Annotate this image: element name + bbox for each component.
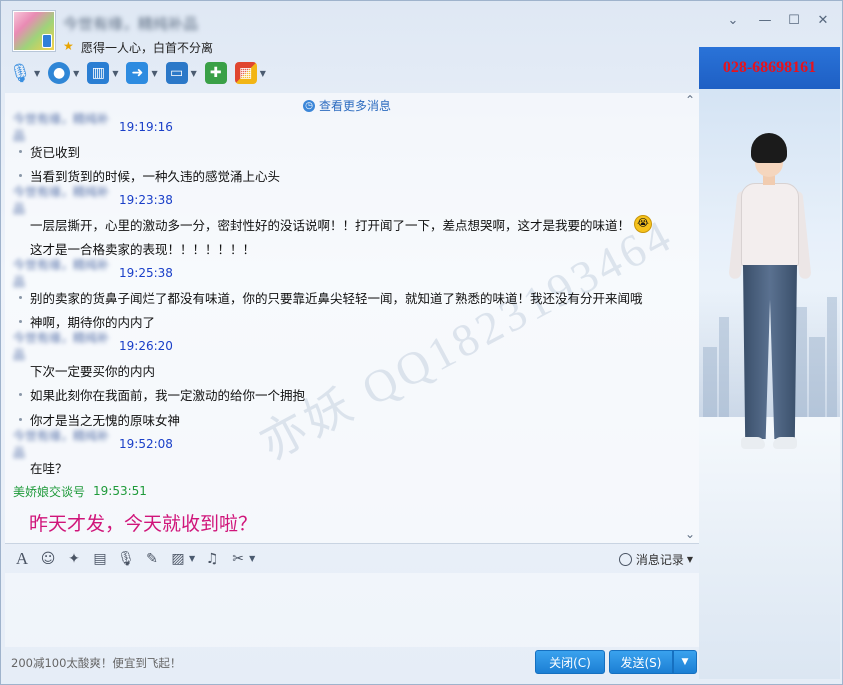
emoji-icon[interactable]: ☺ bbox=[39, 550, 57, 568]
message-sender: 今世有缘，精纯补品 bbox=[13, 258, 110, 289]
own-message-text: 昨天才发，今天就收到啦？ bbox=[29, 512, 258, 535]
input-toolbar: A ☺ ✦ ▤ 🎙 ✎ ▨ ▼ ♫ ✂ ▼ 消息记录 ▼ bbox=[5, 543, 699, 573]
video-call-button[interactable]: ● ▼ bbox=[48, 60, 79, 86]
chevron-down-icon[interactable]: ▼ bbox=[73, 69, 79, 78]
chevron-down-icon[interactable]: ▼ bbox=[249, 554, 255, 563]
message-list: 今世有缘，精纯补品 19:19:16 货已收到 当看到货到的时候，一种久违的感觉… bbox=[5, 112, 695, 542]
apps-grid-icon: ▦ bbox=[234, 62, 257, 84]
history-label: 消息记录 bbox=[635, 553, 684, 567]
presentation-icon: ▥ bbox=[87, 62, 110, 84]
message-sender: 今世有缘，精纯补品 bbox=[13, 428, 110, 460]
crying-emoji-icon: 😭 bbox=[634, 215, 653, 234]
microphone-icon: 🎙 bbox=[8, 62, 32, 84]
chevron-down-icon[interactable]: ⌄ bbox=[723, 11, 743, 31]
chevron-down-icon[interactable]: ▼ bbox=[112, 69, 118, 78]
chevron-down-icon[interactable]: ▼ bbox=[151, 69, 157, 78]
phone-number: 028-68698161 bbox=[699, 47, 840, 89]
own-sender: 美娇娘交谈号 bbox=[13, 484, 86, 499]
bottom-bar: 200减100太酸爽！便宜到飞起！ 关闭(C) 发送(S) ▼ bbox=[5, 647, 699, 679]
character-image bbox=[728, 133, 813, 473]
magic-icon[interactable]: ✦ bbox=[65, 550, 83, 568]
edit-icon[interactable]: ✎ bbox=[143, 550, 161, 568]
chevron-down-icon[interactable]: ▼ bbox=[191, 69, 197, 78]
scissors-icon[interactable]: ✂ bbox=[229, 550, 247, 568]
contact-avatar[interactable] bbox=[13, 11, 55, 51]
message-time: 19:19:16 bbox=[119, 120, 173, 134]
chat-add-icon: ✚ bbox=[204, 62, 227, 84]
own-time: 19:53:51 bbox=[93, 484, 147, 498]
send-button[interactable]: 发送(S) bbox=[609, 650, 673, 674]
scroll-up-icon[interactable]: ⌃ bbox=[685, 93, 695, 107]
scroll-down-icon[interactable]: ⌄ bbox=[685, 527, 695, 541]
more-messages-label: 查看更多消息 bbox=[319, 99, 392, 113]
clock-icon bbox=[618, 553, 632, 566]
send-options-button[interactable]: ▼ bbox=[673, 650, 697, 674]
video-clip-icon[interactable]: ▤ bbox=[91, 550, 109, 568]
message-header: 今世有缘，精纯补品 19:26:20 bbox=[5, 331, 695, 362]
remote-desktop-button[interactable]: ▥ ▼ bbox=[87, 60, 118, 86]
create-discussion-button[interactable]: ✚ bbox=[204, 60, 227, 86]
clock-icon: ◷ bbox=[303, 99, 315, 112]
mobile-online-icon bbox=[42, 34, 52, 48]
apps-button[interactable]: ▦ ▼ bbox=[234, 60, 266, 86]
message-history-button[interactable]: 消息记录 ▼ bbox=[618, 551, 693, 568]
message-time: 19:25:38 bbox=[119, 266, 173, 280]
chat-window: 今世有缘，精纯补品 ★ 愿得一人心，白首不分离 ⌄ — ☐ ✕ 🎙 ▼ ● ▼ … bbox=[0, 0, 843, 685]
message-header: 今世有缘，精纯补品 19:23:38 bbox=[5, 185, 695, 216]
own-message-header: 美娇娘交谈号 19:53:51 bbox=[5, 480, 695, 502]
contact-signature: 愿得一人心，白首不分离 bbox=[81, 41, 214, 55]
close-button[interactable]: 关闭(C) bbox=[535, 650, 605, 674]
minimize-icon[interactable]: — bbox=[755, 11, 775, 31]
chat-history[interactable]: 亦妖 QQ1823193464 ◷ 查看更多消息 ⌃ 今世有缘，精纯补品 19:… bbox=[5, 93, 699, 543]
maximize-icon[interactable]: ☐ bbox=[784, 11, 804, 31]
message-sender: 今世有缘，精纯补品 bbox=[13, 185, 110, 216]
top-toolbar: 🎙 ▼ ● ▼ ▥ ▼ ➜ ▼ ▭ ▼ ✚ ▦ ▼ bbox=[9, 59, 274, 87]
more-messages-link[interactable]: ◷ 查看更多消息 bbox=[303, 97, 391, 114]
message-time: 19:23:38 bbox=[119, 193, 173, 207]
message-time: 19:52:08 bbox=[119, 436, 173, 451]
monitor-icon: ▭ bbox=[165, 62, 188, 84]
image-icon[interactable]: ▨ bbox=[169, 550, 187, 568]
font-icon[interactable]: A bbox=[13, 549, 31, 568]
message-input[interactable] bbox=[5, 573, 699, 647]
voice-call-button[interactable]: 🎙 ▼ bbox=[8, 60, 41, 86]
message-header: 今世有缘，精纯补品 19:52:08 bbox=[5, 429, 695, 460]
music-icon[interactable]: ♫ bbox=[203, 550, 221, 568]
contact-name[interactable]: 今世有缘，精纯补品 bbox=[63, 13, 198, 34]
message-time: 19:26:20 bbox=[119, 339, 173, 353]
message-sender: 今世有缘，精纯补品 bbox=[13, 331, 110, 362]
message-header: 今世有缘，精纯补品 19:25:38 bbox=[5, 258, 695, 289]
chevron-down-icon[interactable]: ▼ bbox=[34, 69, 40, 78]
chevron-down-icon: ▼ bbox=[686, 555, 693, 564]
send-file-button[interactable]: ➜ ▼ bbox=[126, 60, 158, 86]
side-panel: 028-68698161 bbox=[699, 47, 840, 679]
star-icon: ★ bbox=[63, 39, 74, 53]
chevron-down-icon[interactable]: ▼ bbox=[260, 69, 266, 78]
message-header: 今世有缘，精纯补品 19:19:16 bbox=[5, 112, 695, 143]
close-icon[interactable]: ✕ bbox=[813, 11, 833, 31]
folder-send-icon: ➜ bbox=[126, 62, 149, 84]
screen-share-button[interactable]: ▭ ▼ bbox=[165, 60, 197, 86]
mic-icon[interactable]: 🎙 bbox=[117, 550, 135, 568]
message-sender: 今世有缘，精纯补品 bbox=[13, 112, 110, 143]
chevron-down-icon[interactable]: ▼ bbox=[189, 554, 195, 563]
camera-icon: ● bbox=[48, 62, 71, 84]
message-line: 如果此刻你在我面前，我一定激动的给你一个拥抱 bbox=[5, 383, 695, 408]
ad-text[interactable]: 200减100太酸爽！便宜到飞起！ bbox=[11, 655, 181, 671]
